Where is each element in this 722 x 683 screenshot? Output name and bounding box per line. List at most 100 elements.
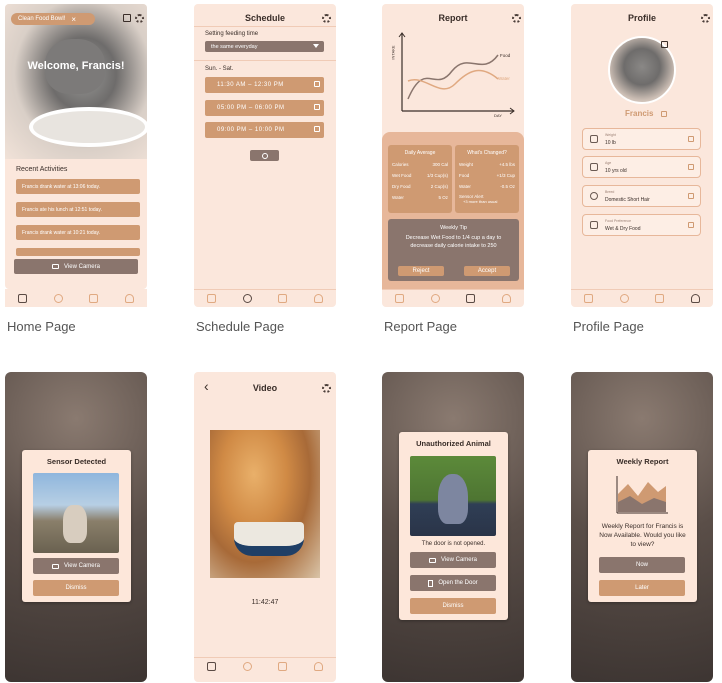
bottom-nav bbox=[194, 657, 336, 675]
page-title: Report bbox=[438, 13, 468, 23]
x-axis-label: DAY bbox=[494, 113, 502, 118]
user-icon[interactable] bbox=[313, 662, 323, 671]
edit-icon[interactable] bbox=[314, 126, 320, 132]
stat-label: Weight bbox=[459, 162, 473, 167]
edit-icon[interactable] bbox=[688, 193, 694, 199]
time-slot-label: 09:00 PM – 10:00 PM bbox=[217, 127, 285, 133]
edit-icon[interactable] bbox=[314, 81, 320, 87]
stat-label: Calories bbox=[392, 162, 409, 167]
user-icon[interactable] bbox=[313, 294, 323, 303]
caption-profile: Profile Page bbox=[573, 319, 644, 334]
edit-avatar-icon[interactable] bbox=[661, 41, 668, 48]
schedule-screen: Schedule Setting feeding time the same e… bbox=[194, 4, 336, 307]
clock-icon[interactable] bbox=[430, 294, 440, 303]
field-label: Age bbox=[605, 161, 612, 165]
accept-button[interactable]: Accept bbox=[464, 266, 510, 276]
y-axis-label: INTAKE bbox=[390, 45, 396, 60]
report-icon[interactable] bbox=[278, 662, 288, 671]
modal-title: Unauthorized Animal bbox=[416, 439, 491, 448]
open-door-button[interactable]: Open the Door bbox=[410, 575, 496, 591]
activity-item[interactable]: Francis drank water at 13:06 today. bbox=[16, 179, 140, 194]
edit-icon[interactable] bbox=[688, 164, 694, 170]
dismiss-button[interactable]: Dismiss bbox=[410, 598, 496, 614]
report-screen: Report INTAKE DAY Food Water Daily Avera… bbox=[382, 4, 524, 307]
whats-changed-title: What's Changed? bbox=[467, 150, 507, 156]
time-slot[interactable]: 09:00 PM – 10:00 PM bbox=[205, 122, 324, 138]
report-icon[interactable] bbox=[655, 294, 665, 303]
recent-activities-heading: Recent Activities bbox=[16, 166, 68, 173]
home-icon[interactable] bbox=[18, 293, 28, 303]
add-slot-button[interactable] bbox=[250, 150, 279, 161]
view-camera-button[interactable]: View Camera bbox=[33, 558, 119, 574]
view-camera-label: View Camera bbox=[441, 557, 477, 563]
camera-icon bbox=[429, 557, 437, 563]
home-icon[interactable] bbox=[207, 662, 217, 671]
activity-item[interactable]: Francis drank water at 10:21 today. bbox=[16, 225, 140, 240]
user-icon[interactable] bbox=[124, 293, 134, 303]
breed-field[interactable]: Breed Domestic Short Hair bbox=[582, 185, 701, 207]
door-icon bbox=[428, 579, 434, 587]
field-value: Domestic Short Hair bbox=[605, 197, 650, 203]
edit-name-icon[interactable] bbox=[661, 111, 667, 117]
notification-tag[interactable]: Clean Food Bowl! × bbox=[11, 13, 95, 25]
time-slot[interactable]: 11:30 AM – 12:30 PM bbox=[205, 77, 324, 93]
camera-icon bbox=[52, 264, 60, 269]
edit-icon[interactable] bbox=[123, 14, 131, 22]
weekly-tip-text: Decrease Wet Food to 1/4 cup a day to de… bbox=[405, 235, 502, 249]
close-icon[interactable]: × bbox=[71, 15, 76, 24]
home-icon[interactable] bbox=[207, 294, 217, 303]
clock-icon[interactable] bbox=[53, 293, 63, 303]
gear-icon[interactable] bbox=[322, 384, 331, 393]
stat-label: Food bbox=[459, 173, 470, 178]
time-slot[interactable]: 05:00 PM – 06:00 PM bbox=[205, 100, 324, 116]
gear-icon[interactable] bbox=[512, 14, 521, 23]
edit-icon[interactable] bbox=[688, 136, 694, 142]
later-button[interactable]: Later bbox=[599, 580, 685, 596]
view-camera-button[interactable]: View Camera bbox=[14, 259, 138, 274]
now-button[interactable]: Now bbox=[599, 557, 685, 573]
clock-icon[interactable] bbox=[242, 662, 252, 671]
clock-icon[interactable] bbox=[619, 294, 629, 303]
stat-row: Calories 300 Cal bbox=[392, 162, 448, 167]
activity-item[interactable]: Francis ate his lunch at 12:51 today. bbox=[16, 202, 140, 217]
user-icon[interactable] bbox=[501, 294, 511, 303]
welcome-title: Welcome, Francis! bbox=[27, 60, 125, 72]
camera-feed[interactable] bbox=[210, 430, 320, 578]
bottom-nav bbox=[382, 289, 524, 307]
frequency-select-value: the same everyday bbox=[211, 43, 258, 50]
plus-icon bbox=[261, 152, 268, 159]
legend-water: Water bbox=[498, 76, 510, 81]
report-icon[interactable] bbox=[278, 294, 288, 303]
user-icon[interactable] bbox=[690, 294, 700, 303]
edit-icon[interactable] bbox=[314, 104, 320, 110]
food-preference-field[interactable]: Food Preference Wet & Dry Food bbox=[582, 214, 701, 236]
divider bbox=[194, 60, 336, 61]
view-camera-label: View Camera bbox=[64, 563, 100, 569]
field-value: Wet & Dry Food bbox=[605, 226, 641, 232]
field-value: 10 yrs old bbox=[605, 168, 627, 174]
profile-screen: Profile Francis Weight 10 lb Age 10 yrs ol… bbox=[571, 4, 713, 307]
view-camera-label: View Camera bbox=[64, 263, 100, 270]
reject-button[interactable]: Reject bbox=[398, 266, 444, 276]
field-value: 10 lb bbox=[605, 140, 616, 146]
weekly-tip-card: Weekly Tip Decrease Wet Food to 1/4 cup … bbox=[388, 219, 519, 281]
frequency-select[interactable]: the same everyday bbox=[205, 41, 324, 52]
view-camera-button[interactable]: View Camera bbox=[410, 552, 496, 568]
video-screen: ‹ Video 11:42:47 bbox=[194, 372, 336, 682]
weight-field[interactable]: Weight 10 lb bbox=[582, 128, 701, 150]
edit-icon[interactable] bbox=[688, 222, 694, 228]
age-field[interactable]: Age 10 yrs old bbox=[582, 156, 701, 178]
clock-icon[interactable] bbox=[242, 294, 252, 303]
stat-row: Water -0.5 Oz bbox=[459, 184, 515, 189]
report-icon[interactable] bbox=[89, 293, 99, 303]
gear-icon[interactable] bbox=[701, 14, 710, 23]
squirrel-figure bbox=[438, 474, 468, 524]
home-icon[interactable] bbox=[584, 294, 594, 303]
caption-schedule: Schedule Page bbox=[196, 319, 285, 334]
report-icon[interactable] bbox=[466, 294, 476, 303]
dismiss-button[interactable]: Dismiss bbox=[33, 580, 119, 596]
legend-food: Food bbox=[500, 53, 511, 58]
home-icon[interactable] bbox=[395, 294, 405, 303]
gear-icon[interactable] bbox=[322, 14, 331, 23]
gear-icon[interactable] bbox=[135, 14, 144, 23]
